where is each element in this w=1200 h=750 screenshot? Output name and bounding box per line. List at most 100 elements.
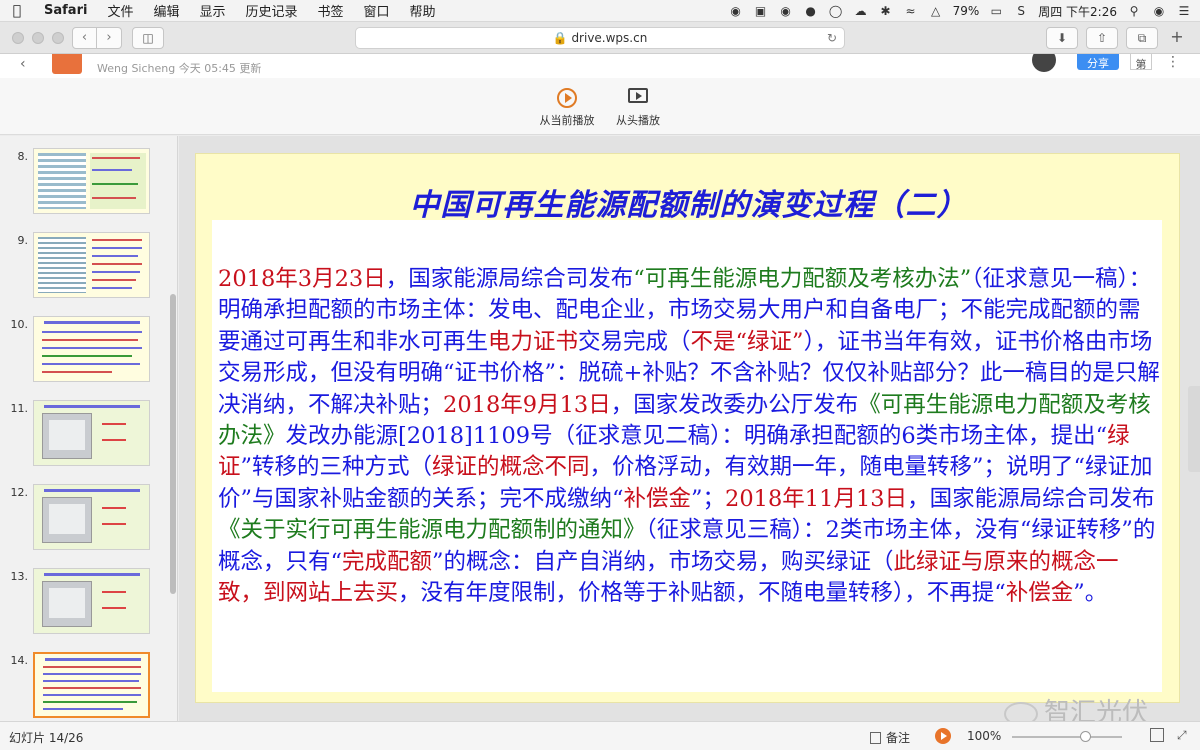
slide-title: 中国可再生能源配额制的演变过程（二） [409, 188, 968, 223]
address-bar[interactable]: 🔒 drive.wps.cn ↻ [355, 27, 845, 49]
new-tab-button[interactable]: + [1166, 27, 1188, 49]
slide-preview [33, 316, 150, 382]
slide-number: 13. [10, 570, 29, 583]
text-segment: ，没有年度限制，价格等于补贴额，不随电量转移），不再提“ [398, 580, 1006, 607]
slide-preview [33, 148, 150, 214]
menu-window[interactable]: 窗口 [354, 1, 400, 20]
presentation-toolbar: 从当前播放 从头播放 [0, 78, 1200, 135]
slide-number: 8. [17, 150, 29, 163]
slide-thumbnail[interactable]: 10. [0, 316, 170, 386]
window-controls [12, 32, 64, 44]
slide-body-text: 2018年3月23日，国家能源局综合司发布“可再生能源电力配额及考核办法”（征求… [218, 264, 1160, 609]
back-button[interactable]: ‹ [72, 27, 97, 49]
battery-icon[interactable]: ▭ [988, 4, 1004, 18]
input-method-icon[interactable]: S [1013, 4, 1029, 18]
minimize-window-button[interactable] [32, 32, 44, 44]
menu-help[interactable]: 帮助 [400, 1, 446, 20]
menu-view[interactable]: 显示 [189, 1, 235, 20]
text-segment: 补偿金 [623, 485, 692, 512]
more-button[interactable]: 第 [1130, 54, 1152, 71]
browser-actions: ⬇ ⇧ ⧉ + [1046, 27, 1188, 49]
text-segment: ”； [691, 485, 726, 512]
thumbnail-scrollbar[interactable] [170, 294, 176, 594]
notes-icon [870, 732, 881, 744]
text-segment: 完成配额 [342, 548, 433, 575]
notes-button[interactable]: 备注 [870, 729, 910, 746]
fit-window-icon[interactable] [1150, 728, 1164, 742]
tabs-overview-button[interactable]: ⧉ [1126, 27, 1158, 49]
apple-icon[interactable]:  [0, 3, 34, 19]
zoom-slider[interactable] [1012, 731, 1122, 742]
airplay-icon[interactable]: △ [928, 4, 944, 18]
text-segment: 补偿金 [1005, 580, 1074, 607]
spotlight-search-icon[interactable]: ⚲ [1126, 4, 1142, 18]
menu-history[interactable]: 历史记录 [235, 1, 307, 20]
text-segment: ，国家发改委办公厅发布 [610, 391, 859, 418]
slide-thumbnail[interactable]: 12. [0, 484, 170, 554]
status-menus: ◉ ▣ ◉ ● ◯ ☁ ✱ ≈ △ 79% ▭ S 周四 下午2:26 ⚲ ◉ … [728, 0, 1192, 22]
author-info: Weng Sicheng 今天 05:45 更新 [97, 62, 262, 75]
app-status-icon[interactable]: ▣ [753, 4, 769, 18]
slide-preview [33, 400, 150, 466]
text-segment: ，国家能源局综合司发布 [385, 266, 634, 292]
menu-edit[interactable]: 编辑 [143, 1, 189, 20]
reload-icon[interactable]: ↻ [827, 28, 837, 48]
menu-bookmarks[interactable]: 书签 [308, 1, 354, 20]
slide-thumbnail[interactable]: 13. [0, 568, 170, 638]
slide-text-box[interactable]: 2018年3月23日，国家能源局综合司发布“可再生能源电力配额及考核办法”（征求… [212, 220, 1162, 692]
app-status-icon-2[interactable]: ◉ [778, 4, 794, 18]
page-indicator: 幻灯片 14/26 [9, 731, 84, 745]
share-icon[interactable]: ⇧ [1086, 27, 1118, 49]
browser-toolbar: ‹ › ◫ 🔒 drive.wps.cn ↻ ⬇ ⇧ ⧉ + [0, 22, 1200, 54]
zoom-slider-knob[interactable] [1079, 731, 1091, 742]
history-nav: ‹ › [72, 27, 122, 49]
mic-icon[interactable]: ● [803, 4, 819, 18]
siri-icon[interactable]: ◉ [1151, 4, 1167, 18]
file-logo [52, 54, 82, 74]
slide-editor: 中国可再生能源配额制的演变过程（二） 2018年3月23日，国家能源局综合司发布… [179, 136, 1200, 728]
close-window-button[interactable] [12, 32, 24, 44]
menu-app-name[interactable]: Safari [34, 3, 97, 18]
text-segment: ”的概念：自产自消纳，市场交易，购买绿证（ [432, 548, 894, 575]
slide-thumbnail[interactable]: 8. [0, 148, 170, 218]
text-segment: 2018年9月13日 [443, 391, 611, 418]
record-icon[interactable]: ◯ [828, 4, 844, 18]
cloud-icon[interactable]: ☁ [853, 4, 869, 18]
share-button[interactable]: 分享 [1077, 54, 1119, 70]
slide-preview [33, 484, 150, 550]
current-slide[interactable]: 中国可再生能源配额制的演变过程（二） 2018年3月23日，国家能源局综合司发布… [195, 153, 1180, 728]
slide-preview [33, 652, 150, 718]
bluetooth-icon[interactable]: ✱ [878, 4, 894, 18]
wechat-icon[interactable]: ◉ [728, 4, 744, 18]
avatar[interactable] [1032, 54, 1056, 72]
play-from-current-button[interactable]: 从当前播放 [538, 88, 596, 128]
right-panel-toggle[interactable] [1188, 386, 1200, 472]
sidebar-toggle-button[interactable]: ◫ [132, 27, 164, 49]
clock[interactable]: 周四 下午2:26 [1038, 3, 1117, 20]
menu-icon[interactable]: ⋮ [1166, 54, 1180, 70]
status-bar: 幻灯片 14/26 备注 100% ⤢ [0, 721, 1200, 750]
slide-thumbnail-active[interactable]: 14. [0, 652, 170, 721]
slide-number: 10. [10, 318, 29, 331]
text-segment: 不是“绿证” [690, 328, 804, 355]
downloads-button[interactable]: ⬇ [1046, 27, 1078, 49]
play-icon[interactable] [935, 728, 951, 744]
slide-thumbnail[interactable]: 9. [0, 232, 170, 302]
menu-file[interactable]: 文件 [97, 1, 143, 20]
play-from-start-button[interactable]: 从头播放 [614, 88, 662, 128]
lock-icon: 🔒 [552, 31, 568, 45]
text-segment: ”。 [1073, 580, 1108, 607]
slide-number: 11. [10, 402, 29, 415]
slide-thumbnail[interactable]: 11. [0, 400, 170, 470]
forward-button[interactable]: › [97, 27, 122, 49]
text-segment: 《关于实行可再生能源电力配额制的通知》 [218, 517, 646, 544]
back-chevron-icon[interactable]: ‹ [20, 56, 26, 72]
fullscreen-icon[interactable]: ⤢ [1177, 728, 1187, 743]
wifi-icon[interactable]: ≈ [903, 4, 919, 18]
wps-header: ‹ Weng Sicheng 今天 05:45 更新 分享 第 ⋮ [0, 54, 1200, 78]
text-segment: “可再生能源电力配额及考核办法” [633, 266, 972, 292]
zoom-level: 100% [967, 729, 1002, 743]
zoom-window-button[interactable] [52, 32, 64, 44]
notification-center-icon[interactable]: ☰ [1176, 4, 1192, 18]
menu-bar:  Safari 文件 编辑 显示 历史记录 书签 窗口 帮助 ◉ ▣ ◉ ● … [0, 0, 1200, 22]
